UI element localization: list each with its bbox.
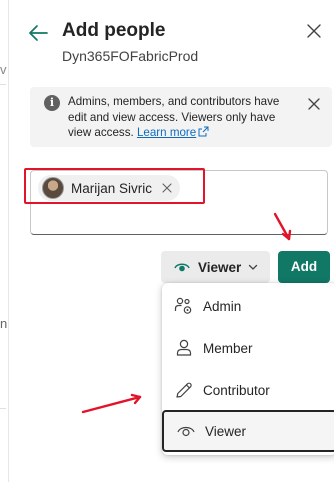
learn-more-label: Learn more	[136, 126, 197, 139]
add-people-panel: Add people Dyn365FOFabricProd i Admins, …	[8, 0, 334, 482]
person-name: Marijan Sivric	[71, 180, 153, 196]
role-menu-label: Admin	[203, 298, 242, 314]
role-menu-item-contributor[interactable]: Contributor	[162, 370, 334, 410]
role-menu-item-member[interactable]: Member	[162, 328, 334, 368]
eye-icon	[174, 263, 190, 272]
people-settings-icon	[174, 297, 192, 314]
arrow-left-icon	[29, 25, 48, 41]
close-icon	[308, 98, 320, 110]
learn-more-link[interactable]: Learn more	[137, 126, 209, 139]
info-message: Admins, members, and contributors have e…	[68, 94, 300, 141]
role-menu-item-admin[interactable]: Admin	[162, 286, 334, 326]
back-button[interactable]	[27, 22, 49, 44]
people-picker-input[interactable]: Marijan Sivric	[30, 170, 328, 235]
person-icon	[176, 339, 192, 356]
chevron-down-icon	[249, 264, 258, 270]
role-dropdown-label: Viewer	[198, 259, 242, 275]
background-divider	[0, 408, 6, 409]
info-icon: i	[44, 95, 60, 111]
role-menu-label: Contributor	[203, 382, 270, 398]
dismiss-info-button[interactable]	[308, 97, 320, 110]
avatar	[42, 177, 64, 199]
eye-icon	[177, 426, 195, 437]
add-button[interactable]: Add	[278, 251, 330, 283]
role-menu: Admin Member Contributor Viewer	[162, 283, 334, 455]
person-chip[interactable]: Marijan Sivric	[38, 175, 181, 201]
remove-chip-icon[interactable]	[162, 183, 172, 193]
role-menu-label: Member	[203, 340, 253, 356]
background-divider	[0, 84, 6, 85]
background-fragment: v	[0, 62, 7, 77]
background-fragment: n	[0, 316, 8, 331]
pencil-icon	[176, 382, 192, 398]
panel-title: Add people	[62, 20, 166, 41]
role-menu-item-viewer[interactable]: Viewer	[162, 410, 334, 452]
close-icon	[307, 24, 321, 38]
info-message-bar: i Admins, members, and contributors have…	[30, 87, 332, 147]
open-external-icon	[198, 126, 209, 137]
role-menu-label: Viewer	[205, 423, 247, 439]
close-button[interactable]	[305, 22, 323, 40]
workspace-name: Dyn365FOFabricProd	[62, 48, 199, 64]
role-dropdown-button[interactable]: Viewer	[161, 251, 270, 283]
